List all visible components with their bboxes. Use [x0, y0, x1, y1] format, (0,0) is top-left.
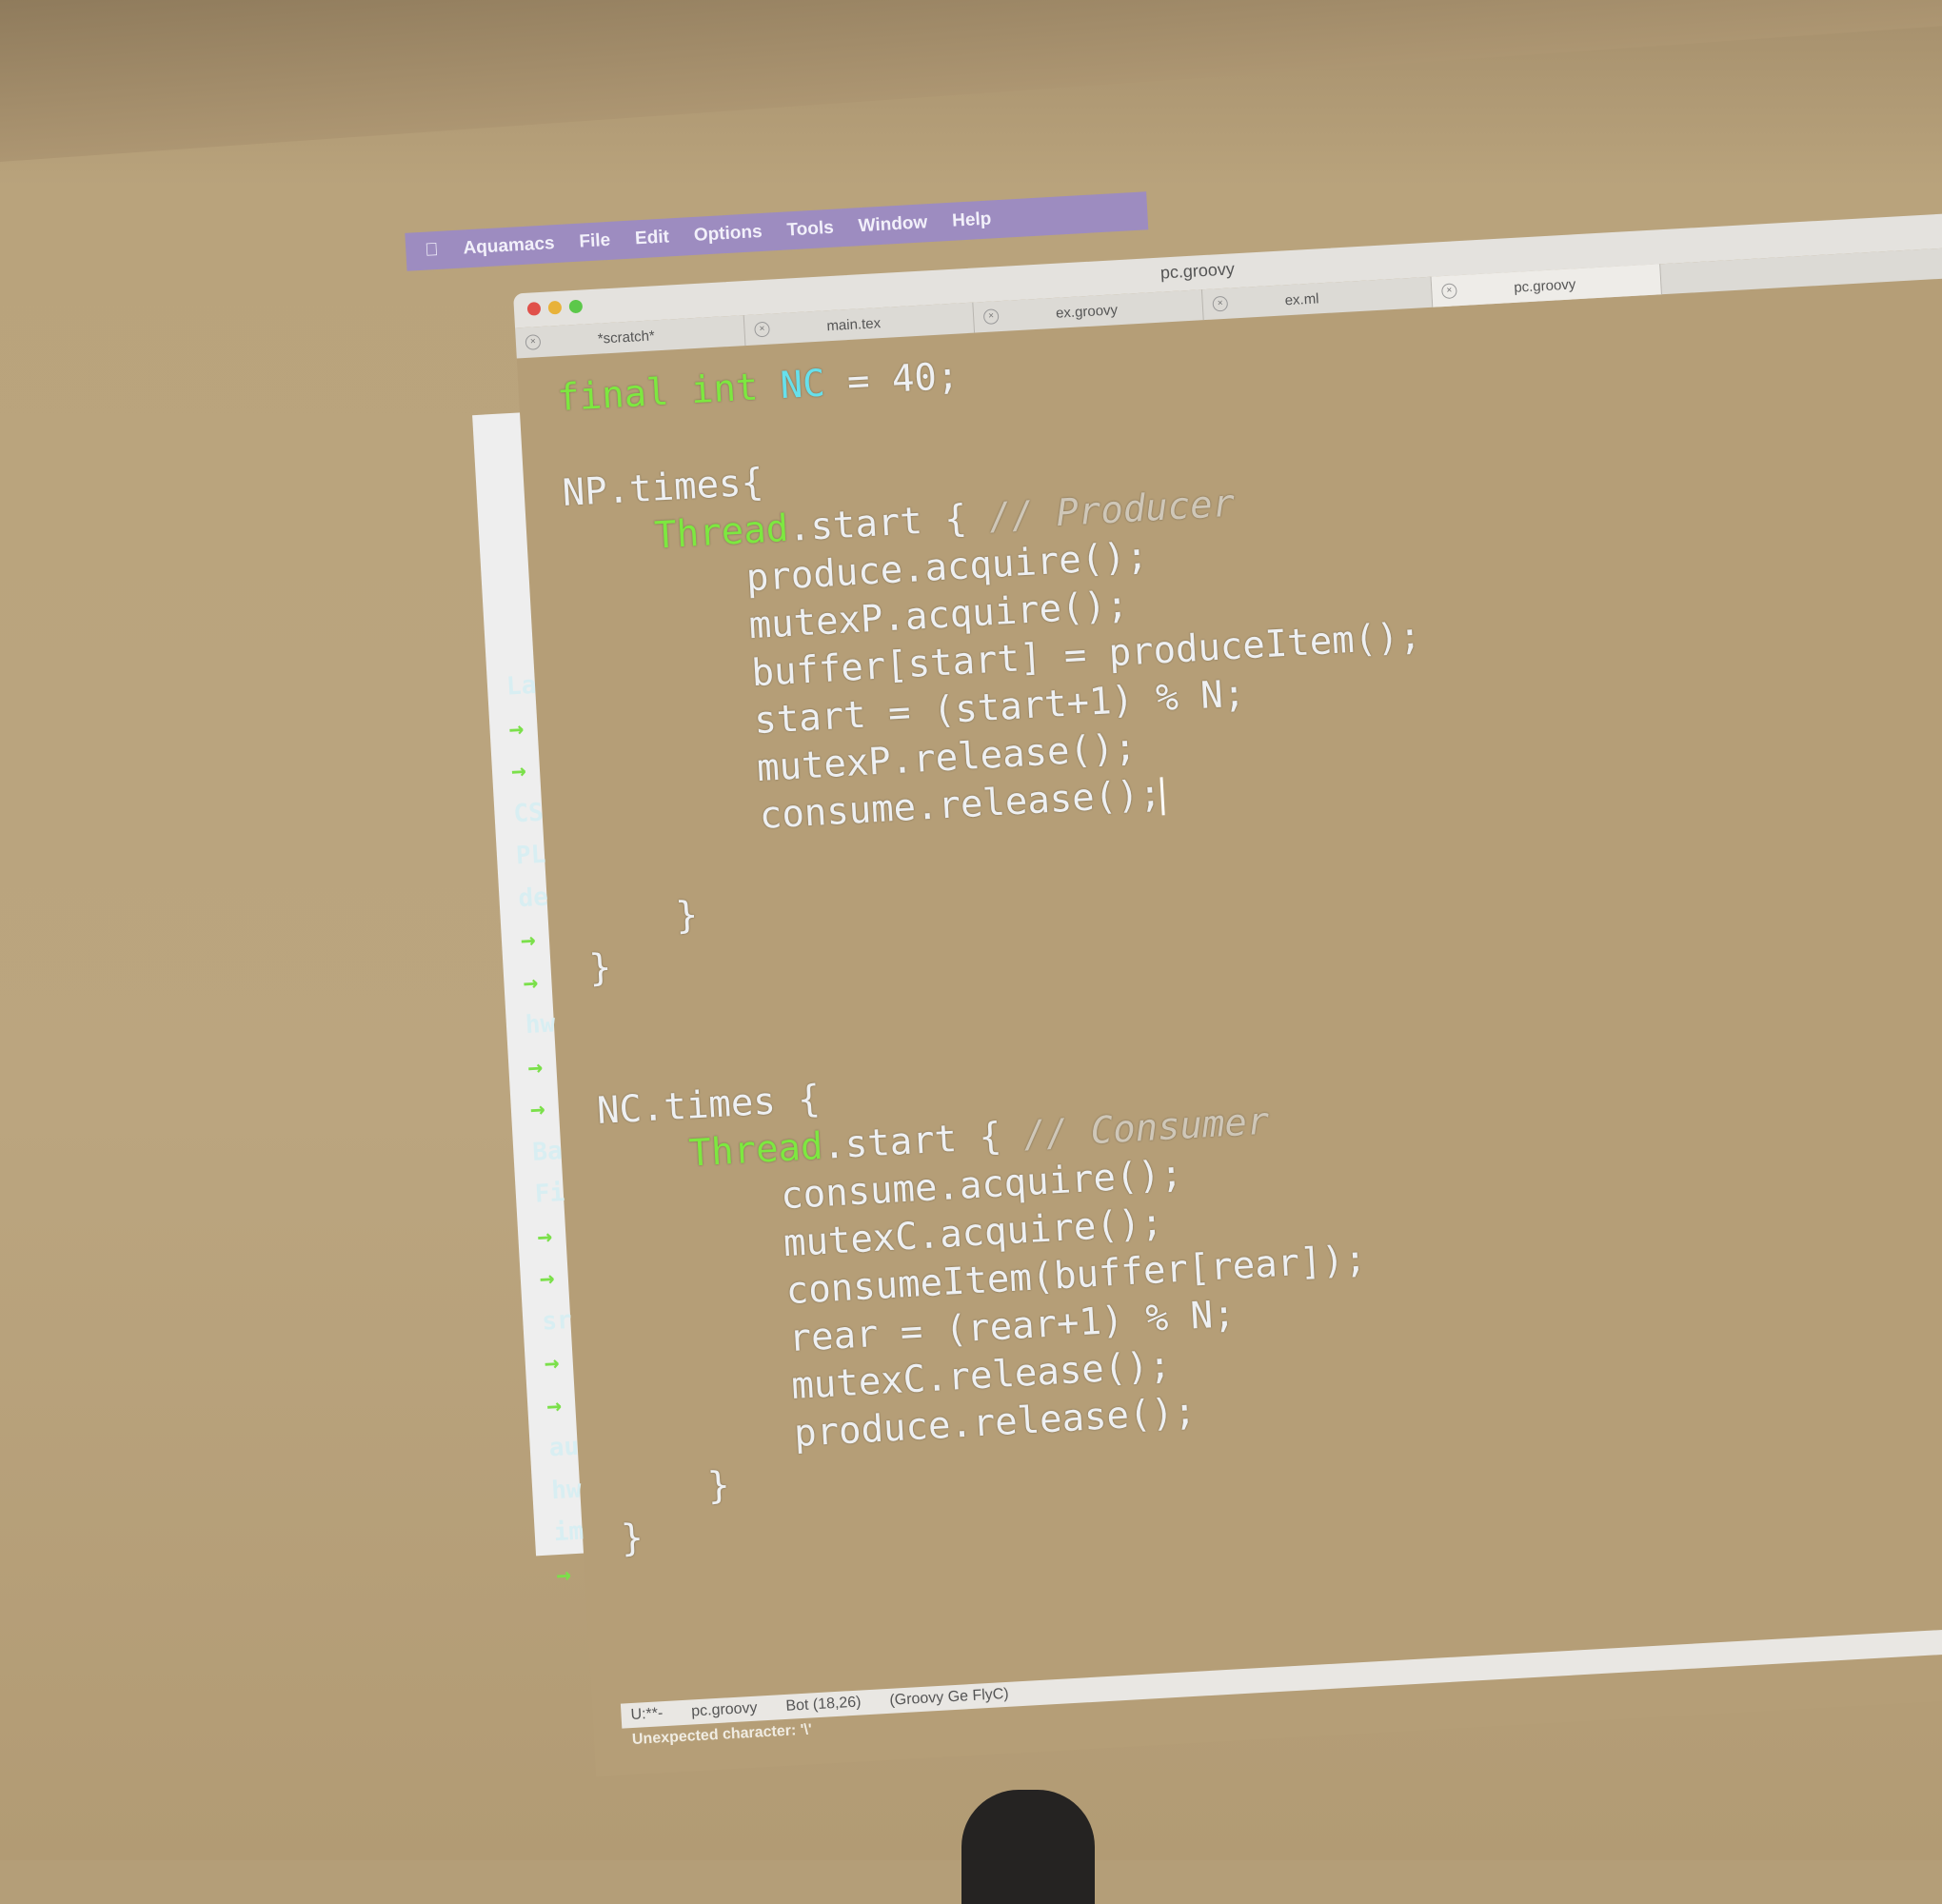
close-tab-icon[interactable]: ×	[754, 321, 770, 338]
buffer-name: pc.groovy	[690, 1699, 758, 1720]
buffer-state: U:**-	[630, 1705, 664, 1724]
zoom-window-button[interactable]	[568, 299, 584, 314]
continuation-arrow-icon: →	[536, 1221, 553, 1252]
window-title: pc.groovy	[1159, 259, 1236, 283]
menu-aquamacs[interactable]: Aquamacs	[463, 233, 555, 259]
code-line: NP.times{	[561, 461, 765, 516]
tab-label: ex.groovy	[1055, 301, 1119, 322]
identifier: NC	[779, 362, 826, 408]
close-tab-icon[interactable]: ×	[982, 308, 1000, 326]
audience-head	[961, 1790, 1095, 1904]
editor-window: pc.groovy × *scratch* × main.tex × ex.groov…	[505, 208, 1942, 1777]
gutter-text: hw	[550, 1475, 583, 1505]
close-tab-icon[interactable]: ×	[1440, 283, 1457, 300]
mode-line: U:**- pc.groovy Bot (18,26) (Groovy Ge F…	[620, 1619, 1942, 1729]
menu-bar:  Aquamacs File Edit Options Tools Windo…	[405, 191, 1149, 271]
apple-icon[interactable]: 	[425, 240, 439, 262]
type: int	[689, 366, 760, 413]
continuation-arrow-icon: →	[510, 756, 527, 786]
gutter-text: Ba	[531, 1136, 564, 1167]
minimize-window-button[interactable]	[547, 300, 563, 315]
keyword: final	[556, 370, 670, 421]
gutter-text: La	[505, 670, 538, 702]
tab-label: ex.ml	[1284, 289, 1319, 308]
menu-edit[interactable]: Edit	[635, 227, 670, 249]
tab-label: *scratch*	[597, 327, 656, 347]
tab-label: main.tex	[825, 314, 882, 334]
gutter-text: hw	[525, 1009, 557, 1041]
continuation-arrow-icon: →	[545, 1391, 563, 1420]
major-mode: (Groovy Ge FlyC)	[888, 1685, 1010, 1709]
menu-window[interactable]: Window	[858, 212, 928, 237]
menu-tools[interactable]: Tools	[786, 218, 834, 242]
projected-screen:  Aquamacs File Edit Options Tools Windo…	[400, 52, 1942, 1777]
class-name: Thread	[687, 1124, 824, 1176]
gutter-text: au	[547, 1432, 580, 1463]
gutter-text: PL	[515, 840, 547, 871]
code-text: .start {	[786, 496, 991, 550]
code-line: }	[619, 1517, 644, 1561]
close-tab-icon[interactable]: ×	[525, 334, 542, 350]
code-text: .start {	[822, 1114, 1025, 1168]
comment: // Consumer	[1022, 1100, 1271, 1158]
close-window-button[interactable]	[526, 302, 542, 316]
class-name: Thread	[653, 506, 790, 558]
continuation-arrow-icon: →	[555, 1559, 572, 1590]
cursor-position: Bot (18,26)	[784, 1694, 862, 1715]
continuation-arrow-icon: →	[522, 967, 539, 998]
continuation-arrow-icon: →	[543, 1348, 561, 1378]
gutter-text: sr	[541, 1305, 573, 1337]
continuation-arrow-icon: →	[507, 714, 525, 744]
continuation-arrow-icon: →	[526, 1052, 544, 1082]
gutter-text: Fi	[534, 1179, 565, 1209]
code-editor[interactable]: final int NC = 40; NP.times{ Thread.star…	[556, 327, 1471, 1563]
code-line: }	[674, 893, 700, 939]
menu-file[interactable]: File	[579, 230, 611, 253]
close-tab-icon[interactable]: ×	[1212, 295, 1229, 312]
comment: // Producer	[987, 482, 1237, 540]
continuation-arrow-icon: →	[529, 1095, 546, 1124]
code-line: }	[587, 945, 613, 991]
code-line: NC.times {	[595, 1077, 822, 1133]
code-text: = 40;	[823, 354, 961, 406]
menu-options[interactable]: Options	[693, 222, 763, 247]
continuation-arrow-icon: →	[520, 925, 537, 956]
gutter-text: CS	[512, 798, 545, 828]
menu-help[interactable]: Help	[952, 208, 992, 231]
tab-label: pc.groovy	[1513, 275, 1576, 296]
gutter-text: im	[552, 1517, 585, 1548]
gutter-text: de	[517, 883, 549, 913]
continuation-arrow-icon: →	[539, 1263, 556, 1294]
code-line: }	[705, 1463, 731, 1509]
